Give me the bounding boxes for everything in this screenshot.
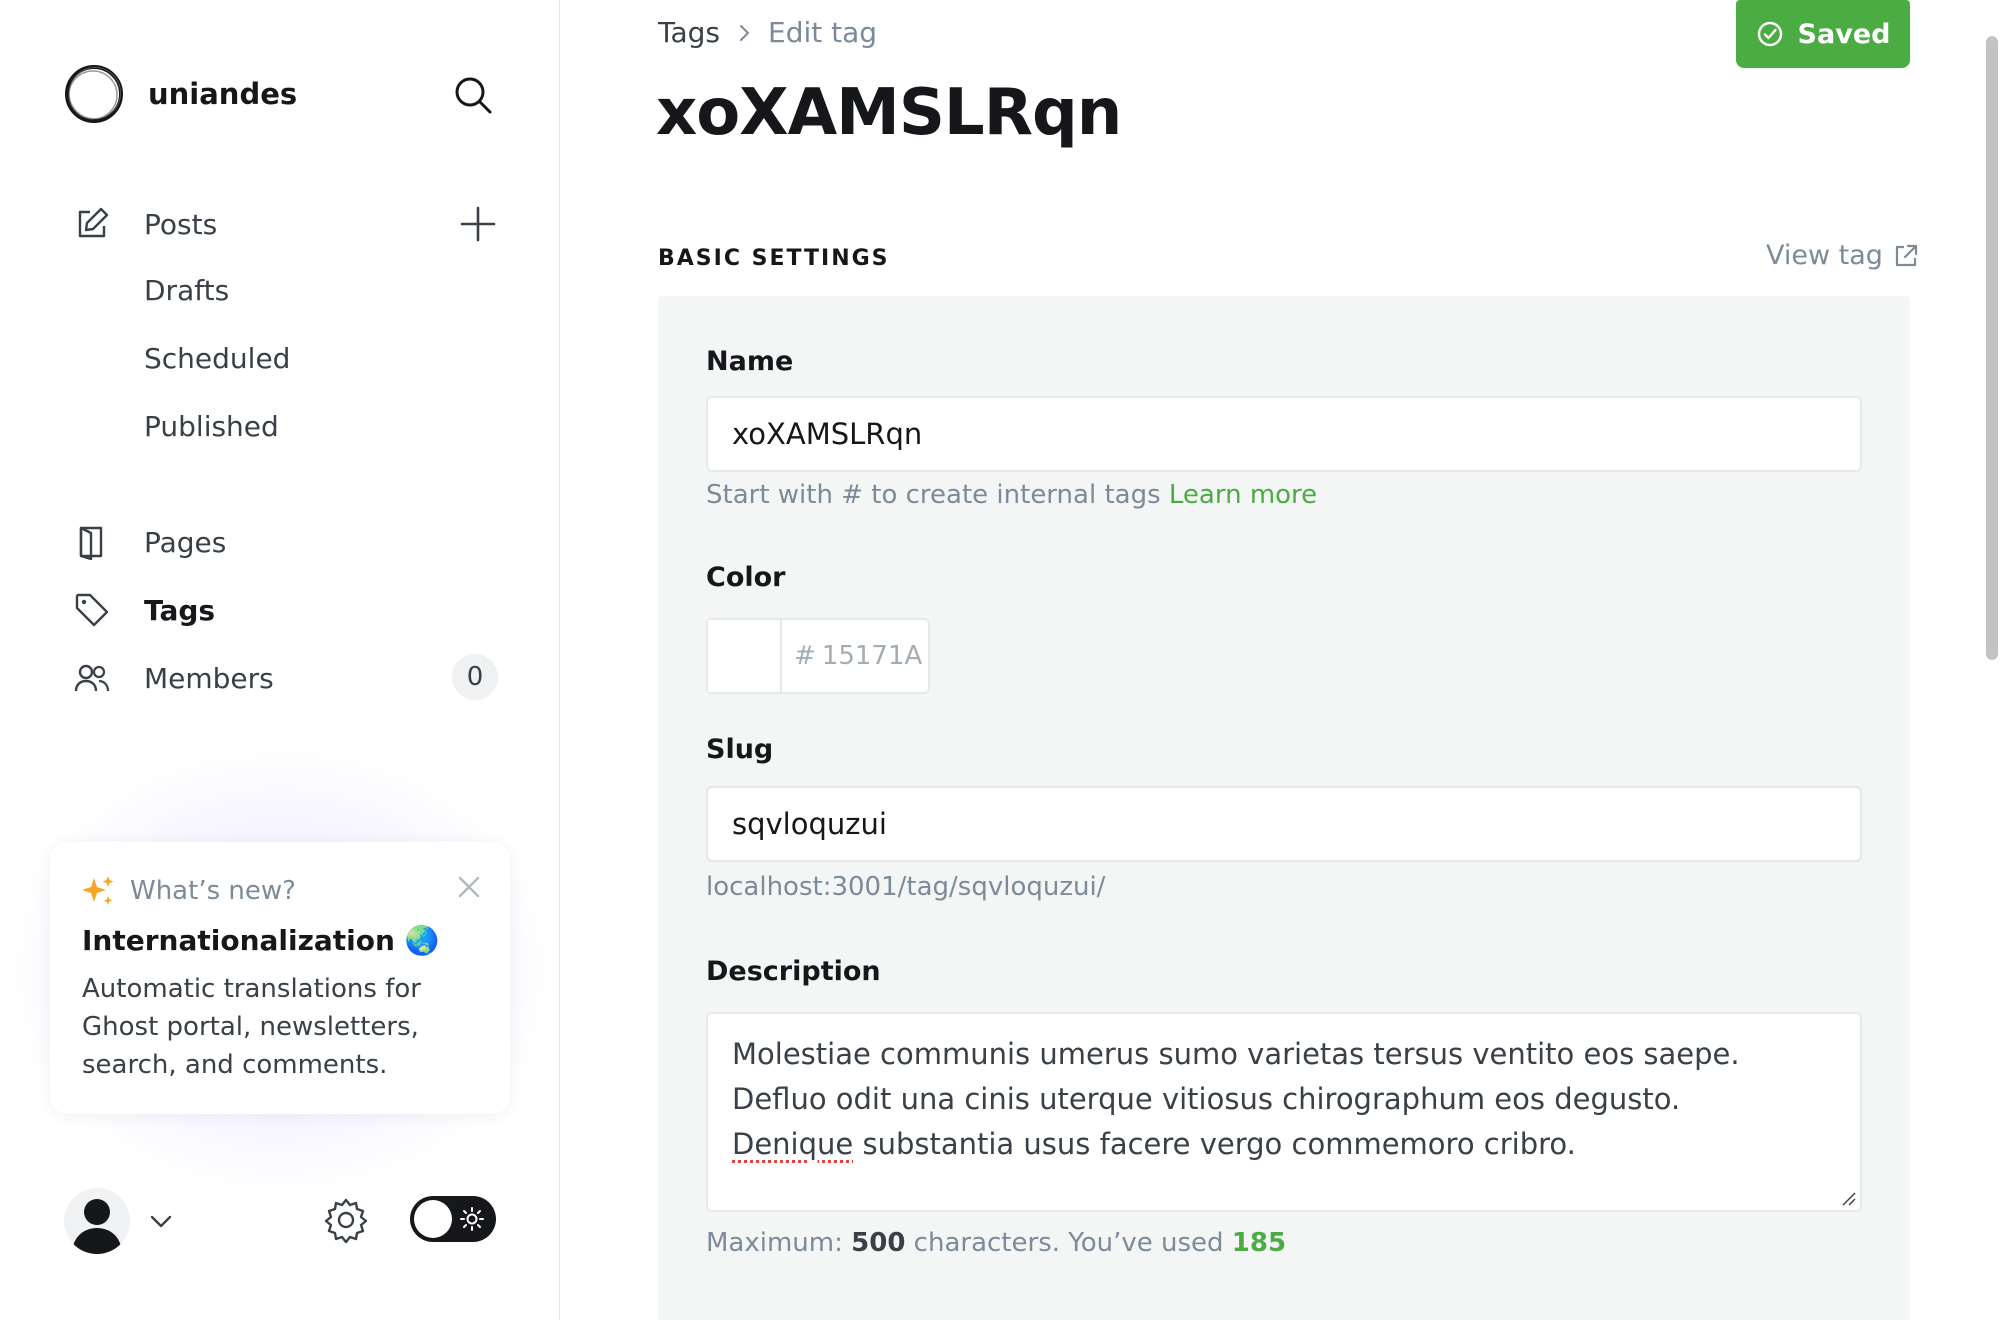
color-input[interactable]: # 15171A [782,620,922,692]
sidebar-item-label: Members [144,662,274,695]
chevron-down-icon[interactable] [146,1206,176,1236]
close-icon[interactable] [454,872,484,902]
whats-new-kicker: What’s new? [130,876,296,906]
description-line: Denique substantia usus facere vergo com… [732,1122,1836,1167]
name-input[interactable] [706,396,1862,472]
description-line: Defluo odit una cinis uterque vitiosus c… [732,1077,1836,1122]
whats-new-title: Internationalization 🌏 [82,924,440,957]
site-logo-icon [64,64,124,124]
search-icon[interactable] [452,74,494,116]
description-char-count: Maximum: 500 characters. You’ve used 185 [706,1228,1286,1258]
whats-new-card[interactable]: What’s new? Internationalization 🌏 Autom… [50,842,510,1114]
sidebar-item-posts[interactable]: Posts [72,200,112,248]
site-name: uniandes [148,77,297,111]
used-value: 185 [1232,1228,1286,1258]
breadcrumb: Tags Edit tag [658,16,877,49]
edit-icon [72,204,112,244]
user-avatar-icon [64,1188,130,1254]
brand[interactable]: uniandes [64,64,297,124]
sidebar-item-pages[interactable]: Pages [72,518,112,566]
description-line: Molestiae communis umerus sumo varietas … [732,1032,1836,1077]
view-tag-label: View tag [1766,240,1883,271]
chevron-right-icon [734,23,754,43]
breadcrumb-tags-link[interactable]: Tags [658,16,720,49]
sidebar-item-drafts[interactable]: Drafts [144,274,229,307]
section-title: BASIC SETTINGS [658,246,890,271]
color-label: Color [706,562,785,593]
page-title: xoXAMSLRqn [656,76,1121,150]
sidebar-item-scheduled[interactable]: Scheduled [144,342,290,375]
description-textarea[interactable]: Molestiae communis umerus sumo varietas … [706,1012,1862,1212]
color-field: # 15171A [706,618,930,694]
slug-input[interactable] [706,786,1862,862]
sidebar-item-label: Pages [144,526,226,559]
avatar[interactable] [64,1188,130,1254]
external-link-icon [1893,243,1919,269]
sidebar-item-members[interactable]: Members [72,654,112,702]
saved-label: Saved [1798,19,1891,50]
pages-icon [72,522,112,562]
resize-handle-icon[interactable] [1840,1190,1856,1206]
sparkle-icon [80,874,116,910]
max-value: 500 [851,1228,905,1258]
color-swatch[interactable] [708,620,782,692]
main-content: Tags Edit tag xoXAMSLRqn Saved BASIC SET… [560,0,2000,1320]
gear-icon[interactable] [322,1196,370,1244]
breadcrumb-current: Edit tag [768,16,877,49]
sidebar-item-label: Posts [144,208,217,241]
sidebar-item-published[interactable]: Published [144,410,279,443]
max-mid: characters. You’ve used [905,1228,1231,1258]
saved-button[interactable]: Saved [1736,0,1910,68]
members-icon [72,658,112,698]
sidebar-item-label: Tags [144,594,215,627]
check-circle-icon [1756,20,1784,48]
tag-icon [72,590,112,630]
color-placeholder: 15171A [822,641,923,671]
slug-url: localhost:3001/tag/sqvloquzui/ [706,872,1105,902]
basic-settings-panel: Name Start with # to create internal tag… [658,296,1910,1320]
learn-more-link[interactable]: Learn more [1169,480,1317,510]
toggle-knob [414,1200,452,1238]
scrollbar[interactable] [1986,36,1998,660]
slug-label: Slug [706,734,773,765]
sidebar: uniandes Posts Drafts Scheduled Publishe… [0,0,560,1320]
theme-toggle[interactable] [410,1196,496,1242]
whats-new-body: Automatic translations for Ghost portal,… [82,970,482,1084]
sidebar-item-tags[interactable]: Tags [72,586,112,634]
description-line-rest: substantia usus facere vergo commemoro c… [853,1127,1576,1161]
description-label: Description [706,956,881,987]
new-post-plus-icon[interactable] [458,204,498,244]
name-hint: Start with # to create internal tags Lea… [706,480,1317,510]
misspelled-word: Denique [732,1127,853,1161]
view-tag-link[interactable]: View tag [1766,240,1919,271]
max-prefix: Maximum: [706,1228,851,1258]
color-hash-symbol: # [794,641,816,671]
sun-icon [460,1207,484,1231]
members-count-badge: 0 [452,654,498,700]
name-label: Name [706,346,793,377]
name-hint-text: Start with # to create internal tags [706,480,1161,510]
